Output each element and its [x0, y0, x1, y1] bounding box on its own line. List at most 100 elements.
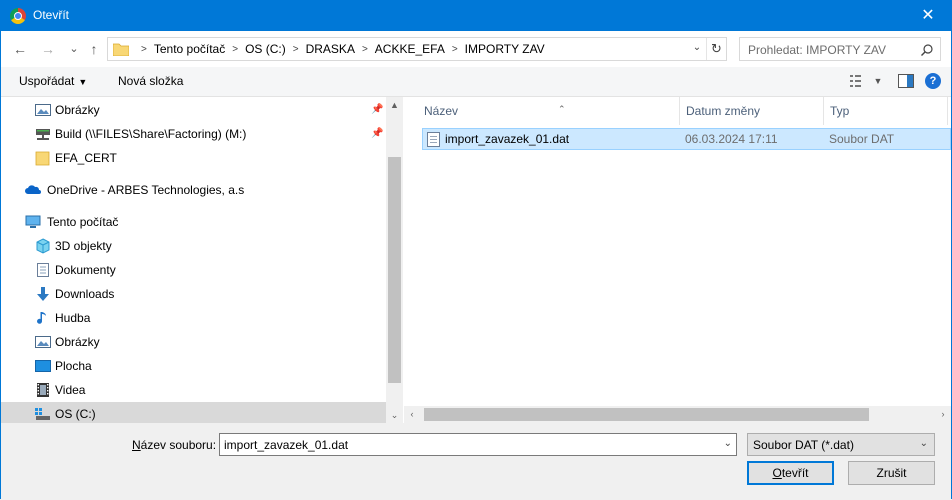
- tree-item-label: Dokumenty: [55, 263, 116, 277]
- organize-button[interactable]: Uspořádat ▼: [19, 74, 87, 88]
- scroll-up-arrow-icon[interactable]: ▲: [386, 97, 403, 113]
- pin-icon: 📌: [371, 128, 384, 139]
- tree-item-label: EFA_CERT: [55, 151, 117, 165]
- search-icon: [921, 44, 933, 56]
- recent-locations-chevron-icon[interactable]: ⌄: [65, 40, 83, 58]
- column-header-size[interactable]: [948, 97, 951, 125]
- refresh-button[interactable]: ↻: [706, 38, 726, 60]
- view-mode-chevron-icon[interactable]: ▼: [869, 73, 887, 89]
- breadcrumb: > Tento počítač > OS (C:) > DRASKA > ACK…: [134, 38, 545, 60]
- tree-item-os-c[interactable]: OS (C:): [1, 402, 386, 423]
- tree-item-label: OneDrive - ARBES Technologies, a.s: [47, 183, 245, 197]
- desktop-icon: [35, 360, 51, 372]
- tree-item-3d-objects[interactable]: 3D objekty: [1, 234, 386, 258]
- scroll-left-arrow-icon[interactable]: ‹: [404, 406, 420, 423]
- breadcrumb-separator-icon[interactable]: >: [452, 44, 458, 55]
- tree-item-label: Hudba: [55, 311, 91, 325]
- breadcrumb-item[interactable]: Tento počítač: [154, 42, 225, 56]
- scroll-right-arrow-icon[interactable]: ›: [935, 406, 951, 423]
- up-arrow-icon[interactable]: ↑: [85, 40, 103, 58]
- open-file-dialog: Otevřít ✕ ← → ⌄ ↑ > Tento počítač > OS (…: [0, 0, 952, 500]
- close-button[interactable]: ✕: [905, 1, 951, 31]
- breadcrumb-separator-icon: >: [141, 43, 147, 55]
- documents-icon: [37, 263, 49, 277]
- file-date: 06.03.2024 17:11: [685, 132, 778, 146]
- search-input[interactable]: Prohledat: IMPORTY ZAV: [739, 37, 941, 61]
- breadcrumb-separator-icon[interactable]: >: [293, 44, 299, 55]
- file-row[interactable]: import_zavazek_01.dat 06.03.2024 17:11 S…: [422, 128, 951, 150]
- navigation-pane-scrollbar[interactable]: ▲ ⌄: [386, 97, 403, 423]
- breadcrumb-item[interactable]: ACKKE_EFA: [375, 42, 445, 56]
- filename-input[interactable]: import_zavazek_01.dat ⌄: [219, 433, 737, 456]
- title-bar[interactable]: Otevřít ✕: [1, 1, 951, 31]
- tree-item-label: Obrázky: [55, 335, 100, 349]
- tree-item-label: OS (C:): [55, 407, 96, 421]
- network-drive-icon: [36, 129, 50, 140]
- tree-item-music[interactable]: Hudba: [1, 306, 386, 330]
- tree-item-label: 3D objekty: [55, 239, 112, 253]
- column-header-label: Název: [424, 104, 459, 118]
- address-bar[interactable]: > Tento počítač > OS (C:) > DRASKA > ACK…: [107, 37, 727, 61]
- back-arrow-icon[interactable]: ←: [11, 40, 29, 58]
- tree-item-pictures[interactable]: Obrázky: [1, 330, 386, 354]
- downloads-icon: [37, 287, 49, 301]
- column-header-name[interactable]: Název ⌃: [418, 97, 680, 125]
- view-mode-icon[interactable]: [849, 73, 867, 89]
- chevron-down-icon[interactable]: ⌄: [724, 438, 732, 449]
- forward-arrow-icon[interactable]: →: [39, 40, 57, 58]
- chrome-icon: [10, 8, 26, 24]
- tree-item-network-drive[interactable]: Build (\\FILES\Share\Factoring) (M:) 📌: [1, 122, 386, 146]
- filename-value: import_zavazek_01.dat: [224, 438, 349, 452]
- folder-icon: [113, 43, 129, 56]
- cancel-button[interactable]: Zrušit: [848, 461, 935, 485]
- pictures-icon: [35, 336, 51, 348]
- tree-item-desktop[interactable]: Plocha: [1, 354, 386, 378]
- preview-pane-icon[interactable]: [897, 73, 915, 89]
- file-list-horizontal-scrollbar[interactable]: ‹ ›: [404, 406, 951, 423]
- chevron-down-icon: ▼: [78, 77, 88, 87]
- filename-label: Název souboru:: [132, 438, 217, 452]
- column-headers: Název ⌃ Datum změny Typ: [404, 97, 951, 125]
- breadcrumb-item[interactable]: OS (C:): [245, 42, 286, 56]
- breadcrumb-separator-icon[interactable]: >: [232, 44, 238, 55]
- chevron-down-icon: ⌄: [919, 438, 928, 449]
- dat-file-icon: [427, 132, 440, 147]
- tree-item-label: Downloads: [55, 287, 115, 301]
- open-button[interactable]: Otevřít: [747, 461, 834, 485]
- window-title: Otevřít: [33, 8, 70, 22]
- tree-item-onedrive[interactable]: OneDrive - ARBES Technologies, a.s: [1, 178, 386, 202]
- column-header-date[interactable]: Datum změny: [680, 97, 824, 125]
- address-dropdown-chevron-icon[interactable]: ⌄: [690, 42, 704, 53]
- breadcrumb-separator-icon[interactable]: >: [362, 44, 368, 55]
- tree-item-label: Videa: [55, 383, 86, 397]
- tree-item-efa-cert[interactable]: EFA_CERT: [1, 146, 386, 170]
- computer-icon: [25, 215, 41, 228]
- navigation-pane[interactable]: Obrázky 📌 Build (\\FILES\Share\Factoring…: [1, 97, 386, 423]
- search-placeholder: Prohledat: IMPORTY ZAV: [748, 43, 887, 57]
- drive-icon: [35, 408, 50, 420]
- command-toolbar: Uspořádat ▼ Nová složka ▼ ?: [1, 67, 951, 97]
- tree-item-this-pc[interactable]: Tento počítač: [1, 210, 386, 234]
- new-folder-button[interactable]: Nová složka: [118, 74, 183, 88]
- breadcrumb-item[interactable]: DRASKA: [306, 42, 355, 56]
- help-icon[interactable]: ?: [925, 73, 941, 89]
- file-type-filter-value: Soubor DAT (*.dat): [753, 438, 854, 452]
- breadcrumb-item[interactable]: IMPORTY ZAV: [465, 42, 545, 56]
- file-type-filter-select[interactable]: Soubor DAT (*.dat) ⌄: [747, 433, 935, 456]
- column-header-type[interactable]: Typ: [824, 97, 948, 125]
- organize-label: Uspořádat: [19, 74, 75, 88]
- sort-ascending-icon: ⌃: [558, 104, 566, 114]
- tree-item-videos[interactable]: Videa: [1, 378, 386, 402]
- tree-item-label: Build (\\FILES\Share\Factoring) (M:): [55, 127, 247, 141]
- file-list[interactable]: Název ⌃ Datum změny Typ import_zavazek_0…: [404, 97, 951, 423]
- scroll-down-arrow-icon[interactable]: ⌄: [386, 407, 403, 423]
- scrollbar-thumb[interactable]: [388, 157, 401, 383]
- tree-item-downloads[interactable]: Downloads: [1, 282, 386, 306]
- tree-item-pictures-pinned[interactable]: Obrázky 📌: [1, 98, 386, 122]
- folder-icon: [35, 151, 50, 166]
- scrollbar-thumb[interactable]: [424, 408, 869, 421]
- tree-item-documents[interactable]: Dokumenty: [1, 258, 386, 282]
- file-name: import_zavazek_01.dat: [445, 132, 570, 146]
- navigation-bar: ← → ⌄ ↑ > Tento počítač > OS (C:) > DRAS…: [1, 31, 951, 67]
- tree-item-label: Tento počítač: [47, 215, 119, 229]
